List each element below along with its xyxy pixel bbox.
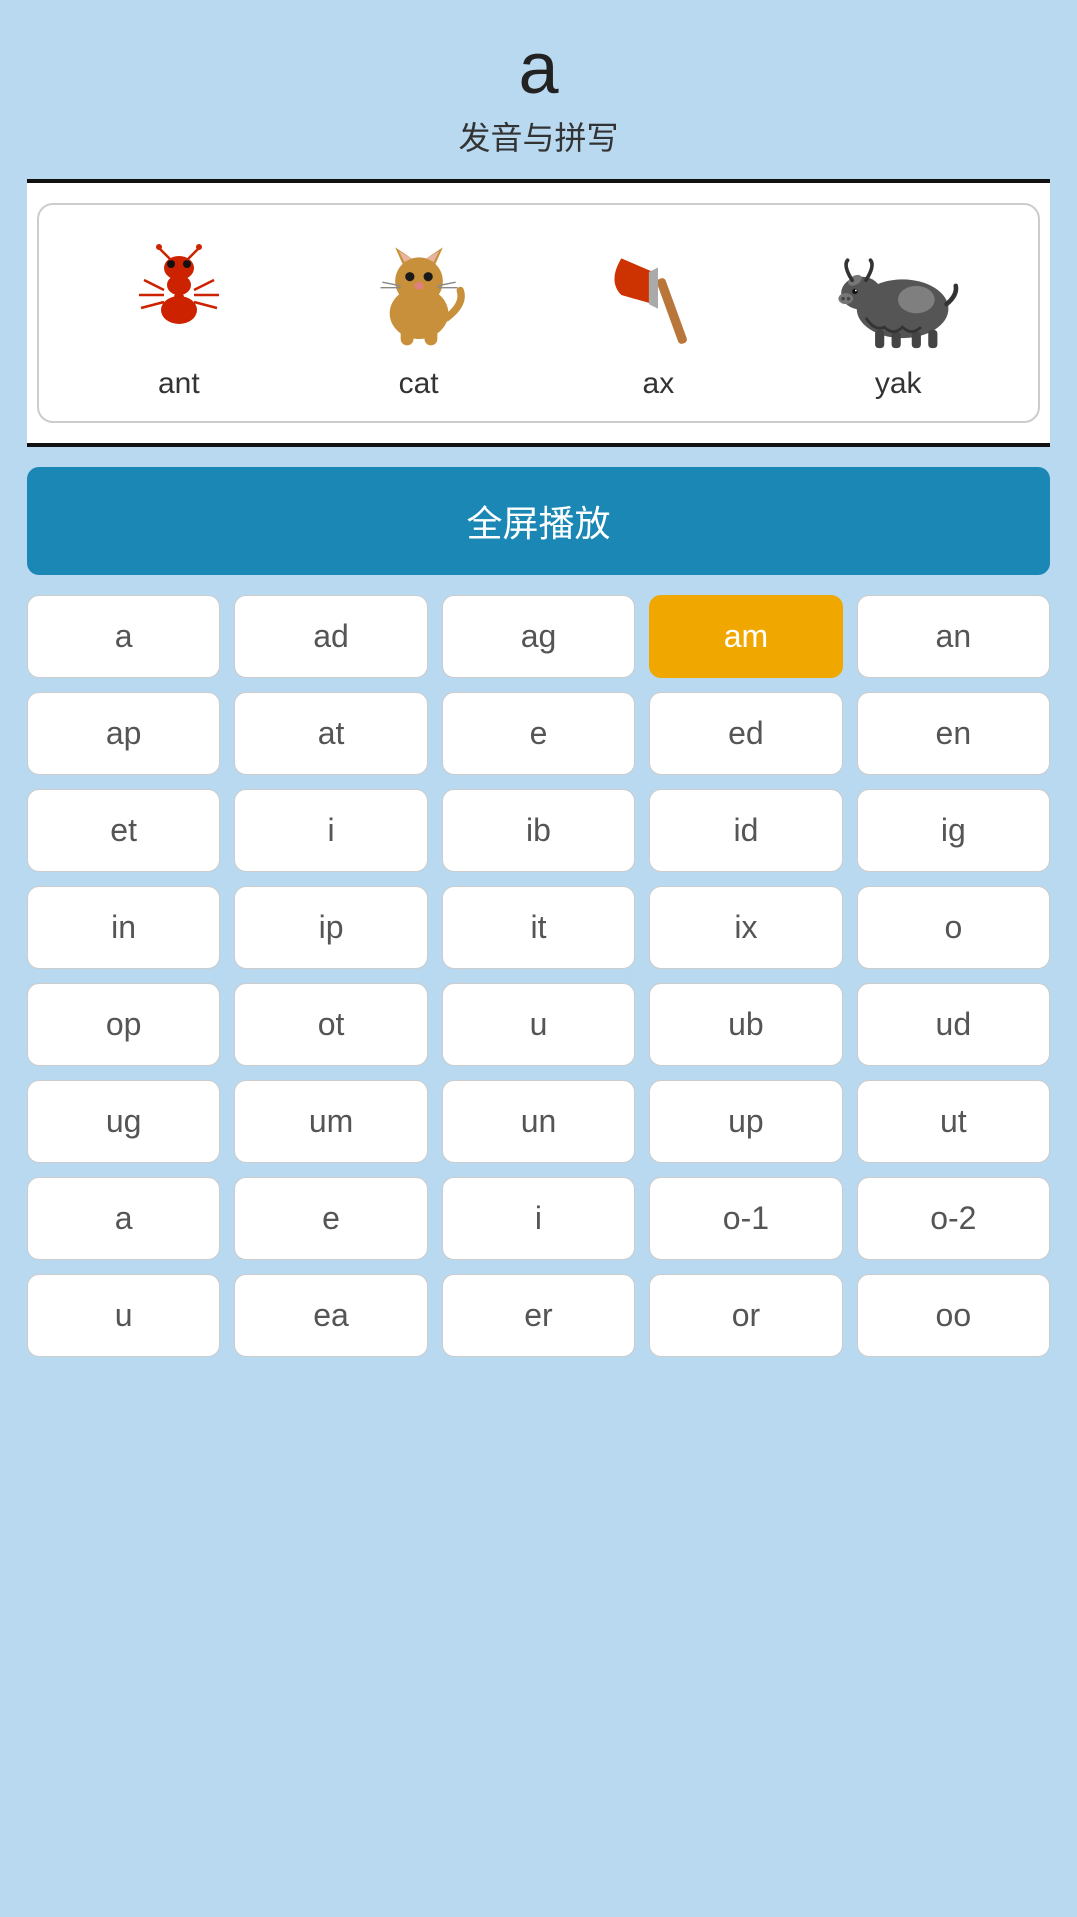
- cat-label: cat: [399, 367, 439, 401]
- header-letter: a: [20, 30, 1057, 109]
- grid-btn-am-3[interactable]: am: [649, 595, 842, 678]
- grid-btn-et-10[interactable]: et: [27, 789, 220, 872]
- cat-image: [344, 235, 494, 355]
- header-subtitle: 发音与拼写: [20, 113, 1057, 159]
- grid-btn-er-37[interactable]: er: [442, 1274, 635, 1357]
- ax-image: [583, 235, 733, 355]
- yak-icon: [828, 240, 968, 350]
- grid-btn-i-32[interactable]: i: [442, 1177, 635, 1260]
- grid-btn-an-4[interactable]: an: [857, 595, 1050, 678]
- phonics-grid: aadagamanapateedenetiibidiginipitixoopot…: [27, 595, 1050, 1387]
- grid-btn-id-13[interactable]: id: [649, 789, 842, 872]
- grid-btn-i-11[interactable]: i: [234, 789, 427, 872]
- image-item-ant: ant: [104, 235, 254, 401]
- image-item-yak: yak: [823, 235, 973, 401]
- grid-btn-u-22[interactable]: u: [442, 983, 635, 1066]
- grid-btn-ap-5[interactable]: ap: [27, 692, 220, 775]
- grid-btn-a-30[interactable]: a: [27, 1177, 220, 1260]
- grid-btn-o_1-33[interactable]: o-1: [649, 1177, 842, 1260]
- ax-label: ax: [643, 367, 675, 401]
- page-header: a 发音与拼写: [0, 0, 1077, 169]
- image-card: ant: [37, 203, 1040, 423]
- grid-btn-ip-16[interactable]: ip: [234, 886, 427, 969]
- grid-btn-ag-2[interactable]: ag: [442, 595, 635, 678]
- grid-btn-u-35[interactable]: u: [27, 1274, 220, 1357]
- grid-btn-at-6[interactable]: at: [234, 692, 427, 775]
- grid-btn-en-9[interactable]: en: [857, 692, 1050, 775]
- grid-btn-ot-21[interactable]: ot: [234, 983, 427, 1066]
- grid-btn-ig-14[interactable]: ig: [857, 789, 1050, 872]
- grid-btn-it-17[interactable]: it: [442, 886, 635, 969]
- grid-btn-a-0[interactable]: a: [27, 595, 220, 678]
- grid-btn-ea-36[interactable]: ea: [234, 1274, 427, 1357]
- yak-image: [823, 235, 973, 355]
- ant-label: ant: [158, 367, 200, 401]
- grid-btn-ix-18[interactable]: ix: [649, 886, 842, 969]
- fullscreen-button[interactable]: 全屏播放: [27, 467, 1050, 575]
- grid-btn-ug-25[interactable]: ug: [27, 1080, 220, 1163]
- ant-image: [104, 235, 254, 355]
- grid-btn-oo-39[interactable]: oo: [857, 1274, 1050, 1357]
- grid-btn-ad-1[interactable]: ad: [234, 595, 427, 678]
- grid-btn-o-19[interactable]: o: [857, 886, 1050, 969]
- image-item-cat: cat: [344, 235, 494, 401]
- grid-btn-ub-23[interactable]: ub: [649, 983, 842, 1066]
- grid-btn-or-38[interactable]: or: [649, 1274, 842, 1357]
- grid-btn-un-27[interactable]: un: [442, 1080, 635, 1163]
- grid-btn-up-28[interactable]: up: [649, 1080, 842, 1163]
- grid-btn-ut-29[interactable]: ut: [857, 1080, 1050, 1163]
- ax-icon: [588, 240, 728, 350]
- grid-btn-in-15[interactable]: in: [27, 886, 220, 969]
- grid-btn-o_2-34[interactable]: o-2: [857, 1177, 1050, 1260]
- grid-btn-ud-24[interactable]: ud: [857, 983, 1050, 1066]
- grid-btn-ed-8[interactable]: ed: [649, 692, 842, 775]
- grid-btn-op-20[interactable]: op: [27, 983, 220, 1066]
- grid-btn-e-31[interactable]: e: [234, 1177, 427, 1260]
- yak-label: yak: [875, 367, 922, 401]
- image-card-wrapper: ant: [27, 179, 1050, 447]
- grid-btn-e-7[interactable]: e: [442, 692, 635, 775]
- grid-btn-um-26[interactable]: um: [234, 1080, 427, 1163]
- image-item-ax: ax: [583, 235, 733, 401]
- ant-icon: [109, 240, 249, 350]
- grid-btn-ib-12[interactable]: ib: [442, 789, 635, 872]
- cat-icon: [349, 240, 489, 350]
